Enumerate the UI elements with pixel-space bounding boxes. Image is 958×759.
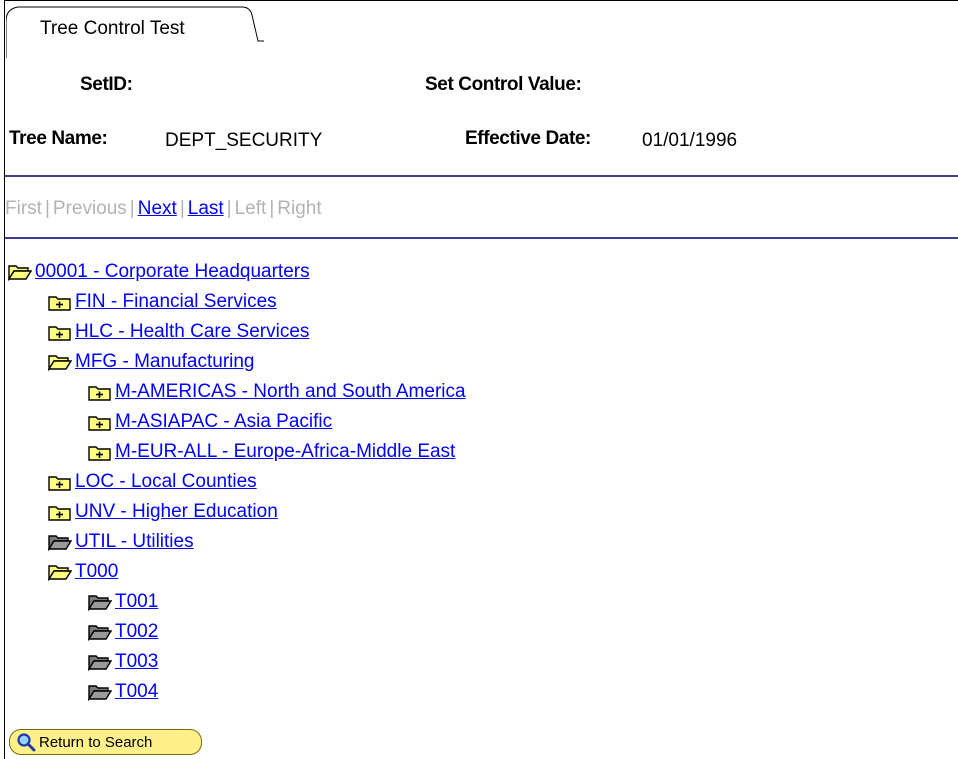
folder-plus-icon[interactable] <box>88 412 112 432</box>
nav-previous: Previous <box>52 198 127 219</box>
tree-node-link[interactable]: T002 <box>115 621 158 643</box>
tree-node: UTIL - Utilities <box>47 528 194 556</box>
tree-node-link[interactable]: T003 <box>115 651 158 673</box>
tree-node: T002 <box>87 618 158 646</box>
tree-node-link[interactable]: HLC - Health Care Services <box>75 321 309 343</box>
nav-separator: | <box>44 198 50 219</box>
tree-node-link[interactable]: T001 <box>115 591 158 613</box>
tree-node-link[interactable]: T000 <box>75 561 118 583</box>
folder-gray-open-icon[interactable] <box>47 532 73 552</box>
tree-node: M-AMERICAS - North and South America <box>88 378 466 406</box>
nav-separator: | <box>129 198 135 219</box>
tree-node-link[interactable]: LOC - Local Counties <box>75 471 257 493</box>
nav-first: First <box>5 198 42 219</box>
tree-node-link[interactable]: FIN - Financial Services <box>75 291 277 313</box>
folder-gray-open-icon[interactable] <box>87 622 113 642</box>
folder-plus-icon[interactable] <box>88 442 112 462</box>
tree-node: MFG - Manufacturing <box>47 348 255 376</box>
tab-title: Tree Control Test <box>40 18 185 39</box>
tree-node: T001 <box>87 588 158 616</box>
folder-open-icon[interactable] <box>47 562 73 582</box>
nav-next-link[interactable]: Next <box>138 198 177 219</box>
setid-label: SetID: <box>80 74 133 95</box>
tree-node: T003 <box>87 648 158 676</box>
nav-separator: | <box>269 198 275 219</box>
page-tab[interactable]: Tree Control Test <box>6 1 264 58</box>
tree-node-link[interactable]: 00001 - Corporate Headquarters <box>35 261 310 283</box>
tree-node-link[interactable]: UNV - Higher Education <box>75 501 278 523</box>
folder-open-icon[interactable] <box>7 262 33 282</box>
nav-last-link[interactable]: Last <box>188 198 224 219</box>
folder-open-icon[interactable] <box>47 352 73 372</box>
divider-top <box>5 175 958 177</box>
tree-node-link[interactable]: T004 <box>115 681 158 703</box>
tree-node: 00001 - Corporate Headquarters <box>7 258 310 286</box>
tree-node: HLC - Health Care Services <box>48 318 309 346</box>
folder-gray-open-icon[interactable] <box>87 592 113 612</box>
tree-node-link[interactable]: M-ASIAPAC - Asia Pacific <box>115 411 332 433</box>
tree-node: UNV - Higher Education <box>48 498 278 526</box>
tree-node-link[interactable]: MFG - Manufacturing <box>75 351 255 373</box>
folder-plus-icon[interactable] <box>48 472 72 492</box>
tree-node-link[interactable]: UTIL - Utilities <box>75 531 194 553</box>
nav-separator: | <box>226 198 232 219</box>
tree-node: M-ASIAPAC - Asia Pacific <box>88 408 332 436</box>
folder-gray-open-icon[interactable] <box>87 652 113 672</box>
return-to-search-button[interactable]: Return to Search <box>9 729 202 755</box>
frame-left-border <box>4 0 5 759</box>
folder-plus-icon[interactable] <box>48 292 72 312</box>
nav-right: Right <box>277 198 322 219</box>
tree-node: M-EUR-ALL - Europe-Africa-Middle East <box>88 438 455 466</box>
nav-left: Left <box>234 198 267 219</box>
return-to-search-label: Return to Search <box>39 733 153 751</box>
tree-name-value: DEPT_SECURITY <box>165 130 323 151</box>
folder-plus-icon[interactable] <box>88 382 112 402</box>
tree-name-label: Tree Name: <box>9 128 108 149</box>
tree-node: FIN - Financial Services <box>48 288 277 316</box>
tree-node-link[interactable]: M-EUR-ALL - Europe-Africa-Middle East <box>115 441 455 463</box>
tree-navigation: First | Previous | Next | Last | Left | Right <box>5 198 322 220</box>
tree-node: T004 <box>87 678 158 706</box>
folder-gray-open-icon[interactable] <box>87 682 113 702</box>
folder-plus-icon[interactable] <box>48 322 72 342</box>
divider-bottom <box>5 237 958 239</box>
folder-plus-icon[interactable] <box>48 502 72 522</box>
set-control-label: Set Control Value: <box>425 74 582 95</box>
tree-node-link[interactable]: M-AMERICAS - North and South America <box>115 381 466 403</box>
search-icon <box>17 733 36 752</box>
effective-date-label: Effective Date: <box>465 128 591 149</box>
tree-node: T000 <box>47 558 118 586</box>
nav-separator: | <box>179 198 185 219</box>
tree-node: LOC - Local Counties <box>48 468 257 496</box>
effective-date-value: 01/01/1996 <box>642 130 738 151</box>
